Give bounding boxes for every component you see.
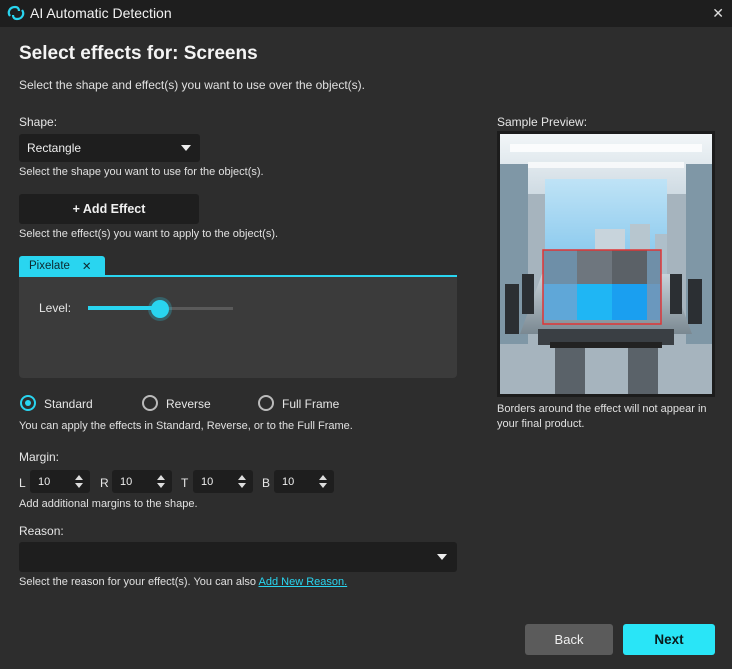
shape-dropdown-value: Rectangle [27, 141, 82, 155]
margin-left-stepper[interactable]: 10 [30, 470, 90, 493]
reason-hint: Select the reason for your effect(s). Yo… [19, 576, 347, 588]
shape-hint: Select the shape you want to use for the… [19, 166, 264, 178]
radio-standard[interactable] [20, 395, 36, 411]
page-title: Select effects for: Screens [19, 43, 258, 64]
preview-label: Sample Preview: [497, 115, 588, 129]
radio-reverse[interactable] [142, 395, 158, 411]
radio-full-frame-label: Full Frame [282, 397, 340, 411]
margin-right-stepper[interactable]: 10 [112, 470, 172, 493]
page-intro: Select the shape and effect(s) you want … [19, 78, 365, 92]
add-effect-button[interactable]: + Add Effect [19, 194, 199, 224]
window-title: AI Automatic Detection [30, 5, 172, 21]
margin-bottom-stepper[interactable]: 10 [274, 470, 334, 493]
radio-standard-label: Standard [44, 397, 93, 411]
stepper-up-icon[interactable] [75, 475, 83, 480]
chevron-down-icon [437, 554, 447, 560]
level-slider-fill [88, 306, 160, 310]
stepper-up-icon[interactable] [157, 475, 165, 480]
reason-dropdown[interactable] [19, 542, 457, 572]
level-label: Level: [39, 301, 72, 315]
margin-bottom-value: 10 [282, 475, 295, 488]
margin-top-value: 10 [201, 475, 214, 488]
shape-dropdown[interactable]: Rectangle [19, 134, 200, 162]
margin-top-key: T [181, 476, 189, 490]
close-icon[interactable]: ✕ [712, 5, 724, 22]
margin-top-stepper[interactable]: 10 [193, 470, 253, 493]
add-effect-hint: Select the effect(s) you want to apply t… [19, 228, 279, 240]
radio-reverse-label: Reverse [166, 397, 211, 411]
stepper-up-icon[interactable] [319, 475, 327, 480]
stepper-up-icon[interactable] [238, 475, 246, 480]
radio-full-frame[interactable] [258, 395, 274, 411]
level-slider-thumb[interactable] [151, 300, 169, 318]
shape-label: Shape: [19, 115, 58, 129]
stepper-down-icon[interactable] [319, 483, 327, 488]
app-logo-icon [7, 5, 25, 21]
stepper-down-icon[interactable] [75, 483, 83, 488]
sample-preview-image [500, 134, 712, 394]
effect-settings-panel [19, 277, 457, 378]
reason-label: Reason: [19, 524, 64, 538]
tab-pixelate-label: Pixelate [29, 260, 70, 272]
reason-hint-text: Select the reason for your effect(s). Yo… [19, 576, 259, 588]
margin-right-key: R [100, 476, 109, 490]
margin-left-key: L [19, 476, 26, 490]
chevron-down-icon [181, 145, 191, 151]
tab-pixelate[interactable]: Pixelate ✕ [19, 256, 105, 276]
modes-hint: You can apply the effects in Standard, R… [19, 420, 353, 432]
add-new-reason-link[interactable]: Add New Reason. [259, 576, 348, 588]
margin-left-value: 10 [38, 475, 51, 488]
stepper-down-icon[interactable] [238, 483, 246, 488]
stepper-down-icon[interactable] [157, 483, 165, 488]
title-bar: AI Automatic Detection ✕ [0, 0, 732, 27]
margin-hint: Add additional margins to the shape. [19, 498, 198, 510]
next-button[interactable]: Next [623, 624, 715, 655]
preview-note: Borders around the effect will not appea… [497, 403, 707, 430]
margin-right-value: 10 [120, 475, 133, 488]
back-button[interactable]: Back [525, 624, 613, 655]
margin-bottom-key: B [262, 476, 271, 490]
margin-label: Margin: [19, 450, 60, 464]
close-icon[interactable]: ✕ [82, 259, 92, 273]
